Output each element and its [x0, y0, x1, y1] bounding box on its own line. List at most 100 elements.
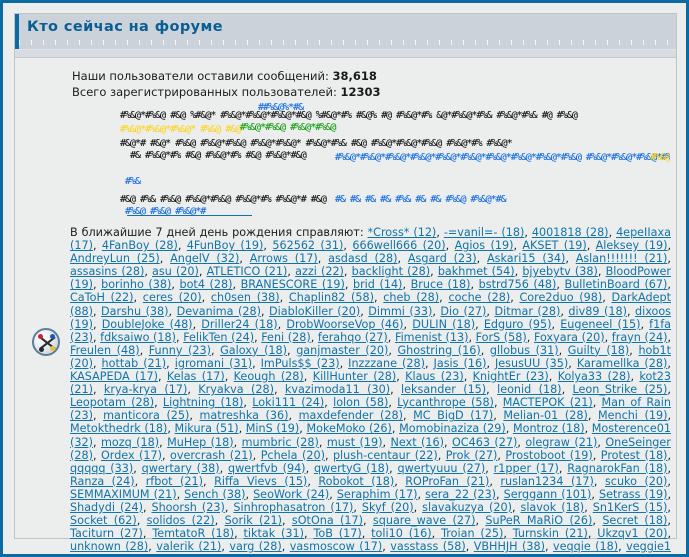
birthday-user-link[interactable]: SeoWork (24) [253, 488, 329, 501]
birthday-user-link[interactable]: bstrd756 (48) [479, 278, 557, 291]
birthday-user-link[interactable]: 562562 (31) [272, 239, 343, 252]
birthday-user-link[interactable]: Turnskin (21) [513, 527, 588, 540]
birthday-user-link[interactable]: FelikTen (24) [183, 331, 254, 344]
birthday-user-link[interactable]: RagnarokFan (18) [567, 462, 667, 475]
birthday-user-link[interactable]: gllobus (31) [490, 344, 559, 357]
birthday-user-link[interactable]: Keough (28) [234, 370, 304, 383]
birthday-user-link[interactable]: qwertyG (18) [314, 462, 389, 475]
birthday-user-link[interactable]: Sench (38) [184, 488, 245, 501]
birthday-user-link[interactable]: Kryakva (28) [198, 383, 274, 396]
birthday-user-link[interactable]: ferahqo (27) [318, 331, 388, 344]
birthday-user-link[interactable]: fdksaiwo (18) [100, 331, 176, 344]
birthday-user-link[interactable]: bakhmet (54) [438, 265, 515, 278]
birthday-user-link[interactable]: Montroz (18) [513, 422, 585, 435]
birthday-user-link[interactable]: Shadydi (24) [70, 501, 143, 514]
birthday-user-link[interactable]: sOtOna (17) [292, 514, 363, 527]
birthday-user-link[interactable]: Riffa Vievs (15) [214, 475, 307, 488]
birthday-user-link[interactable]: veqqie (18) [553, 540, 618, 553]
birthday-user-link[interactable]: 4FunBoy (19) [187, 239, 264, 252]
birthday-user-link[interactable]: ImPuls$$ (23) [261, 357, 340, 370]
birthday-user-link[interactable]: 4FanBoy (28) [102, 239, 178, 252]
birthday-user-link[interactable]: Lightning (18) [163, 396, 244, 409]
birthday-user-link[interactable]: slavakuzya (20) [422, 501, 512, 514]
birthday-user-link[interactable]: AngelV (32) [170, 252, 239, 265]
birthday-user-link[interactable]: hottab (21) [102, 357, 167, 370]
birthday-user-link[interactable]: ATLETICO (21) [207, 265, 288, 278]
birthday-user-link[interactable]: Sn1KerS (15) [593, 501, 668, 514]
birthday-user-link[interactable]: Prostoboot (19) [505, 449, 592, 462]
birthday-user-link[interactable]: frayn (24) [612, 331, 668, 344]
birthday-user-link[interactable]: leksander (15) [401, 383, 486, 396]
birthday-user-link[interactable]: vasmoscow (17) [290, 540, 382, 553]
birthday-user-link[interactable]: Inzzzane (28) [348, 357, 425, 370]
birthday-user-link[interactable]: wasdr (15) [101, 553, 161, 554]
birthday-user-link[interactable]: Askari15 (34) [487, 252, 565, 265]
birthday-user-link[interactable]: Ranza (24) [70, 475, 135, 488]
birthday-user-link[interactable]: xeezor (23) [338, 553, 402, 554]
birthday-user-link[interactable]: Setrass (19) [599, 488, 667, 501]
birthday-user-link[interactable]: qqqqq (33) [70, 462, 133, 475]
birthday-user-link[interactable]: kvazimoda11 (30) [285, 383, 390, 396]
birthday-user-link[interactable]: Seraphim (17) [337, 488, 418, 501]
birthday-user-link[interactable]: Darshu (38) [101, 305, 169, 318]
birthday-user-link[interactable]: qwertyuuu (27) [398, 462, 486, 475]
birthday-user-link[interactable]: Dimmi (33) [368, 305, 432, 318]
birthday-user-link[interactable]: Secret (18) [602, 514, 667, 527]
birthday-user-link[interactable]: ROProFan (21) [405, 475, 489, 488]
birthday-user-link[interactable]: xXxGreYxXx (17) [410, 553, 506, 554]
birthday-user-link[interactable]: ganjmaster (20) [296, 344, 388, 357]
birthday-user-link[interactable]: Momobinaziza (29) [399, 422, 506, 435]
birthday-user-link[interactable]: Galoxy (18) [220, 344, 287, 357]
birthday-user-link[interactable]: unknown (28) [70, 540, 148, 553]
birthday-user-link[interactable]: MuHep (18) [167, 436, 234, 449]
birthday-user-link[interactable]: Protest (18) [601, 449, 668, 462]
birthday-user-link[interactable]: Lycanthrope (58) [397, 396, 494, 409]
birthday-user-link[interactable]: Agios (19) [455, 239, 514, 252]
birthday-user-link[interactable]: KnightEr (23) [473, 370, 549, 383]
birthday-user-link[interactable]: xaocmgn (17) [252, 553, 331, 554]
birthday-user-link[interactable]: Freulen (48) [70, 344, 140, 357]
birthday-user-link[interactable]: mumbric (28) [242, 436, 319, 449]
birthday-user-link[interactable]: qwertfvb (94) [228, 462, 306, 475]
birthday-user-link[interactable]: coche (28) [448, 291, 510, 304]
birthday-user-link[interactable]: r1pper (17) [494, 462, 559, 475]
birthday-user-link[interactable]: asdasd (28) [328, 252, 397, 265]
birthday-user-link[interactable]: Aleksey (19) [596, 239, 668, 252]
birthday-user-link[interactable]: qwertary (38) [142, 462, 220, 475]
birthday-user-link[interactable]: div89 (18) [568, 305, 627, 318]
birthday-user-link[interactable]: OC463 (27) [452, 436, 517, 449]
birthday-user-link[interactable]: rfbot (21) [146, 475, 203, 488]
birthday-user-link[interactable]: SEMMAXIMUM (21) [70, 488, 177, 501]
birthday-user-link[interactable]: ceres (20) [143, 291, 202, 304]
birthday-user-link[interactable]: mozq (18) [101, 436, 159, 449]
birthday-user-link[interactable]: DULIN (18) [412, 318, 475, 331]
birthday-user-link[interactable]: Pchela (20) [261, 449, 325, 462]
birthday-user-link[interactable]: square_wave (27) [373, 514, 476, 527]
birthday-user-link[interactable]: Feni (28) [261, 331, 310, 344]
birthday-user-link[interactable]: must (19) [327, 436, 383, 449]
birthday-user-link[interactable]: cheb (28) [383, 291, 439, 304]
birthday-user-link[interactable]: Taciturn (27) [70, 527, 143, 540]
birthday-user-link[interactable]: lolon (58) [333, 396, 388, 409]
birthday-user-link[interactable]: wJokeRw (18) [169, 553, 245, 554]
birthday-user-link[interactable]: Metokthedrk (18) [70, 422, 167, 435]
birthday-user-link[interactable]: Driller24 (18) [201, 318, 277, 331]
birthday-user-link[interactable]: Ukzqv1 (20) [597, 527, 667, 540]
birthday-user-link[interactable]: Dio (27) [440, 305, 486, 318]
birthday-user-link[interactable]: ToB (17) [313, 527, 361, 540]
birthday-user-link[interactable]: Funny (23) [149, 344, 211, 357]
birthday-user-link[interactable]: AKSET (19) [522, 239, 586, 252]
birthday-user-link[interactable]: overcrash (21) [170, 449, 253, 462]
birthday-user-link[interactable]: Kelas (17) [167, 370, 225, 383]
birthday-user-link[interactable]: KillHunter (28) [313, 370, 396, 383]
birthday-user-link[interactable]: -=vanil=- (18) [444, 226, 525, 239]
birthday-user-link[interactable]: Core2duo (98) [520, 291, 603, 304]
birthday-user-link[interactable]: Socket (62) [70, 514, 137, 527]
birthday-user-link[interactable]: MACTEPOK (21) [503, 396, 593, 409]
birthday-user-link[interactable]: Sorik (21) [225, 514, 282, 527]
birthday-user-link[interactable]: scuko (20) [605, 475, 667, 488]
birthday-user-link[interactable]: CaToH (22) [70, 291, 134, 304]
birthday-user-link[interactable]: assasins (28) [70, 265, 144, 278]
birthday-user-link[interactable]: Serggann (101) [504, 488, 592, 501]
birthday-user-link[interactable]: Melian-01 (28) [503, 409, 588, 422]
